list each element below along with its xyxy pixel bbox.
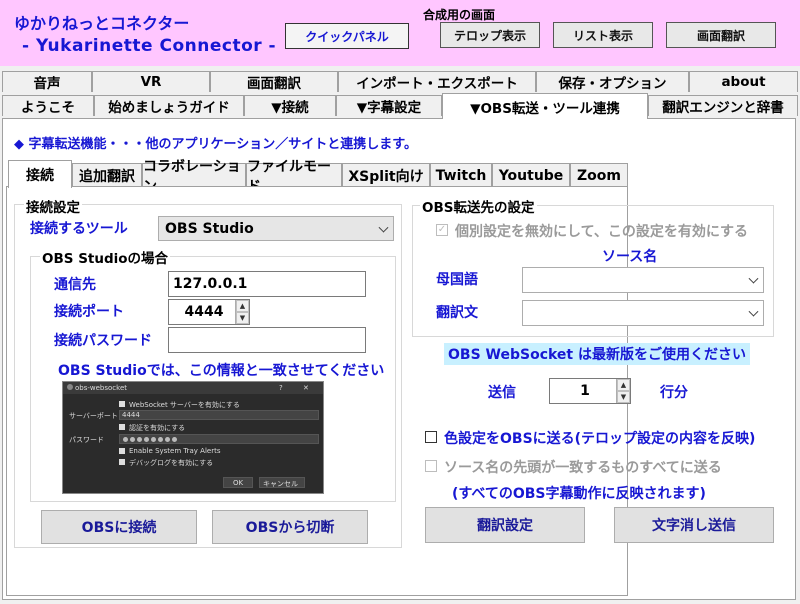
mini-port-value: 4444 <box>122 411 140 419</box>
subtab-twitch[interactable]: Twitch <box>430 163 492 187</box>
section-description: ◆ 字幕転送機能・・・他のアプリケーション／サイトと連携します。 <box>14 137 417 152</box>
tab-about[interactable]: about <box>689 71 798 92</box>
translate-settings-button[interactable]: 翻訳設定 <box>425 507 585 543</box>
subtab-zoom[interactable]: Zoom <box>570 163 628 187</box>
override-label: 個別設定を無効にして、この設定を有効にする <box>455 224 749 240</box>
mini-cancel: キャンセル <box>263 480 298 488</box>
source-name-header: ソース名 <box>602 249 658 265</box>
mini-ok: OK <box>233 479 244 487</box>
websocket-note: OBS WebSocket は最新版をご使用ください <box>444 343 750 365</box>
compose-screen-label: 合成用の画面 <box>423 8 496 22</box>
spin-up-icon[interactable]: ▲ <box>617 379 630 391</box>
mini-password-label: パスワード <box>69 436 104 444</box>
mini-row1: WebSocket サーバーを有効にする <box>129 401 240 409</box>
tool-label: 接続するツール <box>30 221 128 237</box>
tab-getting-started[interactable]: 始めましょうガイド <box>94 95 244 116</box>
chevron-down-icon <box>378 222 389 233</box>
tab-translation-engine[interactable]: 翻訳エンジンと辞書 <box>648 95 798 116</box>
host-label: 通信先 <box>54 277 96 293</box>
tab-voice[interactable]: 音声 <box>2 71 92 92</box>
obs-connect-button[interactable]: OBSに接続 <box>41 510 197 544</box>
tab-connection[interactable]: ▼接続 <box>244 95 336 116</box>
tool-select[interactable]: OBS Studio <box>158 216 394 241</box>
app-title-japanese: ゆかりねっとコネクター <box>14 14 190 33</box>
subtab-additional-translation[interactable]: 追加翻訳 <box>72 163 142 187</box>
port-spinner[interactable]: ▲ ▼ <box>235 300 249 324</box>
obs-studio-group-label: OBS Studioの場合 <box>40 247 171 267</box>
prefix-match-note: (すべてのOBS字幕動作に反映されます) <box>452 486 706 502</box>
send-lines-input[interactable]: 1 ▲ ▼ <box>549 378 631 404</box>
translation-source-select[interactable] <box>522 300 764 326</box>
send-lines-spinner[interactable]: ▲ ▼ <box>616 379 630 403</box>
prefix-match-label: ソース名の先頭が一致するものすべてに送る <box>444 460 722 476</box>
send-unit: 行分 <box>660 385 688 401</box>
tab-welcome[interactable]: ようこそ <box>2 95 94 116</box>
mini-help-icon: ? <box>279 384 283 392</box>
obs-disconnect-button[interactable]: OBSから切断 <box>212 510 368 544</box>
subtab-xsplit[interactable]: XSplit向け <box>342 163 430 187</box>
tab-obs-transfer[interactable]: ▼OBS転送・ツール連携 <box>442 93 648 119</box>
translation-label: 翻訳文 <box>436 305 478 321</box>
mini-row6: デバッグログを有効にする <box>129 459 214 467</box>
mini-port-label: サーバーポート <box>69 412 118 420</box>
spin-up-icon[interactable]: ▲ <box>236 300 249 312</box>
host-input[interactable]: 127.0.0.1 <box>168 271 366 297</box>
subtab-collaboration[interactable]: コラボレーション <box>142 159 246 195</box>
color-send-label: 色設定をOBSに送る(テロップ設定の内容を反映) <box>444 431 756 447</box>
connection-settings-label: 接続設定 <box>24 196 82 216</box>
tab-import-export[interactable]: インポート・エクスポート <box>338 71 536 92</box>
spin-down-icon[interactable]: ▼ <box>236 312 249 324</box>
port-label: 接続ポート <box>54 304 124 320</box>
tool-select-value: OBS Studio <box>165 221 254 237</box>
override-checkbox[interactable]: ✓ <box>436 224 448 236</box>
telop-display-button[interactable]: テロップ表示 <box>440 22 540 48</box>
match-note: OBS Studioでは、この情報と一致させてください <box>58 363 385 379</box>
send-label: 送信 <box>488 385 516 401</box>
chevron-down-icon <box>748 306 759 317</box>
mini-row5: Enable System Tray Alerts <box>129 447 221 455</box>
mini-close-icon: ✕ <box>303 384 309 392</box>
subtab-file-mode[interactable]: ファイルモード <box>246 159 342 195</box>
mini-row3: 認証を有効にする <box>129 424 186 432</box>
prefix-match-checkbox[interactable] <box>425 460 437 472</box>
tab-screen-translate[interactable]: 画面翻訳 <box>210 71 338 92</box>
port-value: 4444 <box>184 304 224 320</box>
chevron-down-icon <box>748 273 759 284</box>
mini-title: obs-websocket <box>75 384 128 392</box>
clear-send-button[interactable]: 文字消し送信 <box>614 507 774 543</box>
password-input[interactable] <box>168 327 366 353</box>
quick-panel-button[interactable]: クイックパネル <box>285 23 409 49</box>
port-input[interactable]: 4444 ▲ ▼ <box>168 299 250 325</box>
screen-translate-button[interactable]: 画面翻訳 <box>666 22 776 48</box>
subtab-youtube[interactable]: Youtube <box>492 163 570 187</box>
tab-subtitle-settings[interactable]: ▼字幕設定 <box>336 95 442 116</box>
native-source-select[interactable] <box>522 267 764 293</box>
send-lines-value: 1 <box>580 383 590 399</box>
spin-down-icon[interactable]: ▼ <box>617 391 630 403</box>
tab-save-options[interactable]: 保存・オプション <box>536 71 689 92</box>
app-title-english: - Yukarinette Connector - <box>22 36 277 56</box>
obs-target-label: OBS転送先の設定 <box>420 196 537 216</box>
native-language-label: 母国語 <box>436 272 478 288</box>
color-send-checkbox[interactable] <box>425 431 437 443</box>
tab-vr[interactable]: VR <box>92 71 210 92</box>
obs-websocket-screenshot: obs-websocket ? ✕ WebSocket サーバーを有効にする サ… <box>62 381 324 494</box>
list-display-button[interactable]: リスト表示 <box>553 22 653 48</box>
subtab-connection[interactable]: 接続 <box>8 160 72 188</box>
password-label: 接続パスワード <box>54 333 152 349</box>
